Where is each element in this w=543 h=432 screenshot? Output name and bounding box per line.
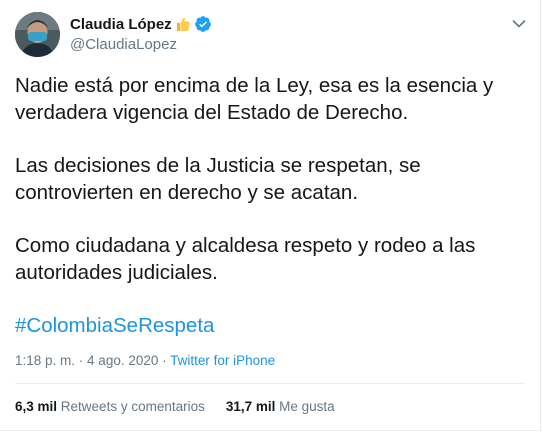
tweet-time[interactable]: 1:18 p. m. [15,353,75,368]
meta-separator: · [75,353,88,368]
chevron-down-icon[interactable] [512,16,526,28]
divider [15,383,525,384]
meta-separator: · [158,353,171,368]
tweet-stats: 6,3 mil Retweets y comentarios 31,7 mil … [15,399,335,414]
tweet-source-link[interactable]: Twitter for iPhone [170,353,275,368]
verified-badge-icon [194,15,212,33]
retweets-count: 6,3 mil [15,399,58,414]
author-name-row[interactable]: Claudia López [70,14,212,34]
hashtag-link[interactable]: #ColombiaSeRespeta [15,314,214,337]
thumbs-up-icon [175,16,191,32]
likes-label: Me gusta [279,399,335,414]
retweets-label: Retweets y comentarios [60,399,205,414]
retweets-stat[interactable]: 6,3 mil Retweets y comentarios [15,399,205,414]
tweet-meta: 1:18 p. m. · 4 ago. 2020 · Twitter for i… [15,353,275,368]
tweet-paragraph: Como ciudadana y alcaldesa respeto y rod… [15,234,476,284]
tweet-paragraph: Las decisiones de la Justicia se respeta… [15,154,421,204]
avatar[interactable] [15,12,60,57]
likes-stat[interactable]: 31,7 mil Me gusta [226,399,335,414]
tweet-paragraph: Nadie está por encima de la Ley, esa es … [15,74,494,124]
tweet-text: Nadie está por encima de la Ley, esa es … [15,72,525,365]
avatar-photo-icon [15,12,60,57]
author-display-name[interactable]: Claudia López [70,16,172,33]
likes-count: 31,7 mil [225,399,276,414]
author-handle[interactable]: @ClaudiaLopez [70,36,177,53]
tweet-date[interactable]: 4 ago. 2020 [87,353,158,368]
tweet-card: Claudia López @ClaudiaLopez Nadie está p… [0,0,541,431]
